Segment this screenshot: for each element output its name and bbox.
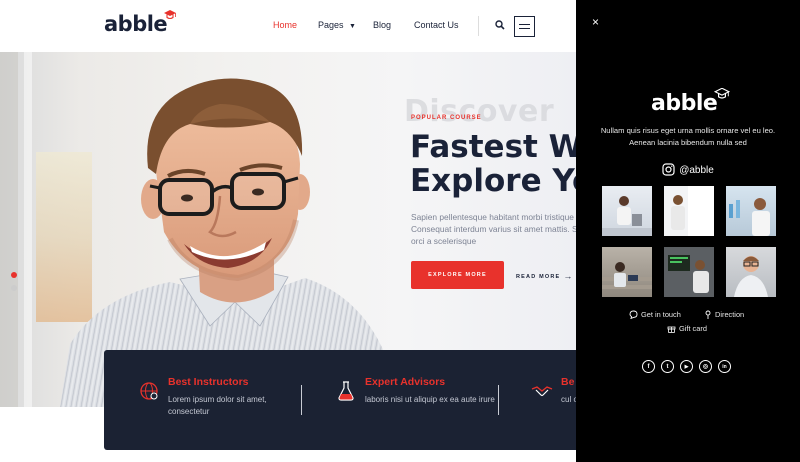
gallery-thumb[interactable] xyxy=(602,247,652,297)
panel-logo[interactable]: abble xyxy=(651,88,731,116)
panel-description: Nullam quis risus eget urna mollis ornar… xyxy=(600,126,776,147)
gift-card-label: Gift card xyxy=(679,324,707,333)
instagram-icon xyxy=(662,163,675,176)
feature-divider xyxy=(498,385,499,415)
hamburger-menu-icon[interactable] xyxy=(514,16,535,37)
gift-card-link[interactable]: Gift card xyxy=(667,324,707,333)
instructor-globe-icon xyxy=(140,382,158,400)
nav-pages[interactable]: Pages ▼ xyxy=(318,20,356,30)
hero-title: Fastest Wa Explore You xyxy=(410,130,576,198)
youtube-icon[interactable]: ▶ xyxy=(680,360,693,373)
graduation-cap-icon xyxy=(714,88,731,99)
arrow-right-icon: → xyxy=(563,271,574,281)
hero-title-line-2: Explore You xyxy=(410,163,576,199)
read-more-label: READ MORE xyxy=(516,274,561,280)
gallery-thumb[interactable] xyxy=(726,247,776,297)
direction-label: Direction xyxy=(715,310,745,319)
hero-description: Sapien pellentesque habitant morbi trist… xyxy=(411,212,576,246)
search-icon[interactable] xyxy=(494,19,506,31)
get-in-touch-link[interactable]: Get in touch xyxy=(629,310,681,320)
site-logo[interactable]: abble xyxy=(104,10,177,36)
gift-icon xyxy=(667,326,676,333)
nav-divider xyxy=(478,16,479,36)
panel-logo-text: abble xyxy=(651,91,718,116)
features-bar: Best Instructors Lorem ipsum dolor sit a… xyxy=(104,350,576,450)
get-in-touch-label: Get in touch xyxy=(641,310,681,319)
feature-title: Expert Advisors xyxy=(365,376,446,388)
gallery-thumb[interactable] xyxy=(726,186,776,236)
feature-title: Best Instructors xyxy=(168,376,249,388)
slider-dot-1[interactable] xyxy=(11,272,17,278)
feature-description: Lorem ipsum dolor sit amet, consectetur xyxy=(168,395,267,416)
graduation-cap-icon xyxy=(164,10,177,20)
instagram-handle[interactable]: @abble xyxy=(576,163,800,176)
offcanvas-panel: × abble Nullam quis risus eget urna moll… xyxy=(576,0,800,462)
facebook-icon[interactable]: f xyxy=(642,360,655,373)
twitter-icon[interactable]: t xyxy=(661,360,674,373)
linkedin-icon[interactable]: in xyxy=(718,360,731,373)
gallery-thumb[interactable] xyxy=(602,186,652,236)
instagram-icon[interactable]: ◎ xyxy=(699,360,712,373)
gallery-thumb[interactable] xyxy=(664,186,714,236)
slider-dots xyxy=(11,272,17,298)
feature-divider xyxy=(301,385,302,415)
nav-blog[interactable]: Blog xyxy=(373,20,391,30)
explore-more-button[interactable]: EXPLORE MORE xyxy=(411,261,504,289)
nav-pages-label: Pages xyxy=(318,20,344,30)
feature-description: laboris nisi ut aliquip ex ea aute irure xyxy=(365,395,495,404)
caret-down-icon: ▼ xyxy=(349,23,356,30)
chat-icon xyxy=(629,310,638,320)
map-pin-icon xyxy=(705,310,711,319)
hero-ghost-word: Discover xyxy=(404,94,555,129)
hero-title-line-1: Fastest Wa xyxy=(410,129,576,165)
logo-text: abble xyxy=(104,12,168,36)
instagram-handle-text: @abble xyxy=(679,165,714,176)
feature-description: cul ope xyxy=(561,395,576,404)
social-links: f t ▶ ◎ in xyxy=(642,360,731,373)
handshake-icon xyxy=(531,386,553,397)
slider-dot-2[interactable] xyxy=(11,285,17,291)
hero-kicker: POPULAR COURSE xyxy=(411,115,482,121)
flask-icon xyxy=(338,381,354,401)
nav-contact[interactable]: Contact Us xyxy=(414,20,459,30)
direction-link[interactable]: Direction xyxy=(704,310,744,319)
nav-home[interactable]: Home xyxy=(273,20,297,30)
close-icon[interactable]: × xyxy=(592,16,599,28)
gallery-thumb[interactable] xyxy=(664,247,714,297)
read-more-link[interactable]: READ MORE → xyxy=(516,271,574,281)
feature-title: Be xyxy=(561,376,575,388)
